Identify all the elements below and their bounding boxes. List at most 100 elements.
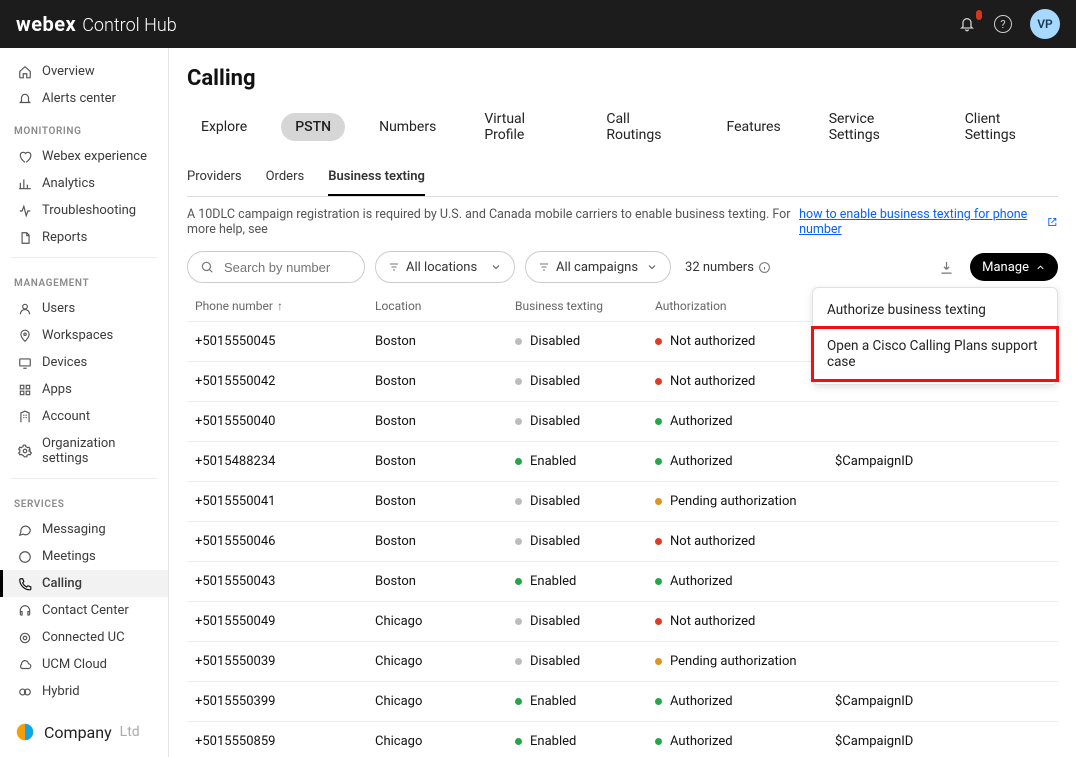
sidebar-item-label: Calling bbox=[42, 576, 82, 591]
status-dot-icon bbox=[655, 458, 662, 465]
sidebar-item-troubleshooting[interactable]: Troubleshooting bbox=[0, 197, 168, 224]
sidebar-item-apps[interactable]: Apps bbox=[0, 376, 168, 403]
sidebar-item-analytics[interactable]: Analytics bbox=[0, 170, 168, 197]
table-row[interactable]: +5015550049 Chicago Disabled Not authori… bbox=[187, 601, 1058, 641]
info-banner: A 10DLC campaign registration is require… bbox=[187, 207, 1058, 237]
sidebar-section-monitoring: MONITORING bbox=[0, 112, 168, 143]
info-icon[interactable] bbox=[758, 261, 771, 274]
cell-authorization: Not authorized bbox=[655, 374, 835, 389]
sidebar-item-hybrid[interactable]: Hybrid bbox=[0, 678, 168, 705]
sidebar-item-reports[interactable]: Reports bbox=[0, 224, 168, 251]
manage-button[interactable]: Manage bbox=[970, 253, 1058, 281]
col-phone[interactable]: Phone number↑ bbox=[195, 299, 375, 313]
pulse-icon bbox=[17, 203, 32, 218]
table-row[interactable]: +5015550039 Chicago Disabled Pending aut… bbox=[187, 641, 1058, 681]
sidebar-item-org-settings[interactable]: Organization settings bbox=[0, 430, 168, 472]
sort-asc-icon: ↑ bbox=[277, 299, 283, 313]
sidebar-item-workspaces[interactable]: Workspaces bbox=[0, 322, 168, 349]
sidebar-item-messaging[interactable]: Messaging bbox=[0, 516, 168, 543]
phone-icon bbox=[17, 576, 32, 591]
chevron-down-icon bbox=[490, 261, 502, 273]
table-row[interactable]: +5015550859 Chicago Enabled Authorized $… bbox=[187, 721, 1058, 757]
table-row[interactable]: +5015550043 Boston Enabled Authorized bbox=[187, 561, 1058, 601]
download-icon[interactable] bbox=[939, 260, 954, 275]
user-avatar[interactable]: VP bbox=[1030, 9, 1060, 39]
tab-explore[interactable]: Explore bbox=[187, 113, 261, 141]
status-dot-icon bbox=[655, 378, 662, 385]
locations-filter[interactable]: All locations bbox=[375, 251, 515, 283]
table-row[interactable]: +5015550046 Boston Disabled Not authoriz… bbox=[187, 521, 1058, 561]
table-row[interactable]: +5015488234 Boston Enabled Authorized $C… bbox=[187, 441, 1058, 481]
info-link[interactable]: how to enable business texting for phone… bbox=[799, 207, 1041, 237]
status-dot-icon bbox=[515, 338, 522, 345]
sidebar-item-alerts[interactable]: Alerts center bbox=[0, 85, 168, 112]
sidebar-item-devices[interactable]: Devices bbox=[0, 349, 168, 376]
help-icon[interactable]: ? bbox=[994, 15, 1012, 33]
monitor-icon bbox=[17, 355, 32, 370]
home-icon bbox=[17, 64, 32, 79]
sidebar-item-connected-uc[interactable]: Connected UC bbox=[0, 624, 168, 651]
table-row[interactable]: +5015550040 Boston Disabled Authorized bbox=[187, 401, 1058, 441]
cell-location: Boston bbox=[375, 534, 515, 549]
tab-client-settings[interactable]: Client Settings bbox=[951, 105, 1058, 149]
cell-authorization: Authorized bbox=[655, 734, 835, 749]
message-icon bbox=[17, 522, 32, 537]
manage-menu-authorize[interactable]: Authorize business texting bbox=[813, 292, 1057, 328]
status-dot-icon bbox=[515, 618, 522, 625]
sidebar-item-contact-center[interactable]: Contact Center bbox=[0, 597, 168, 624]
tab-service-settings[interactable]: Service Settings bbox=[815, 105, 931, 149]
tab-pstn[interactable]: PSTN bbox=[281, 113, 345, 141]
col-location[interactable]: Location bbox=[375, 299, 515, 313]
cell-campaign: $CampaignID bbox=[835, 734, 1048, 749]
sidebar-item-overview[interactable]: Overview bbox=[0, 58, 168, 85]
search-input-wrapper[interactable] bbox=[187, 251, 365, 283]
notifications-icon[interactable] bbox=[958, 15, 976, 33]
status-dot-icon bbox=[515, 698, 522, 705]
tab-call-routings[interactable]: Call Routings bbox=[592, 105, 692, 149]
sidebar-item-users[interactable]: Users bbox=[0, 295, 168, 322]
campaigns-filter[interactable]: All campaigns bbox=[525, 251, 671, 283]
tab-numbers[interactable]: Numbers bbox=[365, 113, 450, 141]
link-icon bbox=[17, 630, 32, 645]
sidebar-item-label: Alerts center bbox=[42, 91, 116, 106]
cloud-icon bbox=[17, 657, 32, 672]
main-content: Calling Explore PSTN Numbers Virtual Pro… bbox=[169, 48, 1076, 757]
building-icon bbox=[17, 409, 32, 424]
tab-virtual-profile[interactable]: Virtual Profile bbox=[470, 105, 572, 149]
cell-authorization: Authorized bbox=[655, 414, 835, 429]
hybrid-icon bbox=[17, 684, 32, 699]
subtab-orders[interactable]: Orders bbox=[266, 163, 305, 196]
cell-business-texting: Enabled bbox=[515, 694, 655, 709]
status-dot-icon bbox=[655, 338, 662, 345]
gear-icon bbox=[17, 444, 32, 459]
sidebar-item-meetings[interactable]: Meetings bbox=[0, 543, 168, 570]
status-dot-icon bbox=[515, 538, 522, 545]
sidebar-item-webex-experience[interactable]: Webex experience bbox=[0, 143, 168, 170]
heart-icon bbox=[17, 149, 32, 164]
locations-filter-label: All locations bbox=[406, 260, 477, 275]
filter-icon bbox=[388, 261, 400, 273]
cell-phone: +5015550045 bbox=[195, 334, 375, 349]
notifications-badge bbox=[976, 10, 982, 20]
sidebar-item-account[interactable]: Account bbox=[0, 403, 168, 430]
status-dot-icon bbox=[515, 458, 522, 465]
col-authorization[interactable]: Authorization bbox=[655, 299, 835, 313]
cell-business-texting: Disabled bbox=[515, 494, 655, 509]
sidebar-item-label: Reports bbox=[42, 230, 87, 245]
search-input[interactable] bbox=[222, 259, 352, 276]
col-business-texting[interactable]: Business texting bbox=[515, 299, 655, 313]
campaigns-filter-label: All campaigns bbox=[556, 260, 638, 275]
subtab-business-texting[interactable]: Business texting bbox=[328, 163, 425, 196]
search-icon bbox=[200, 260, 214, 274]
cell-authorization: Pending authorization bbox=[655, 654, 835, 669]
cell-location: Boston bbox=[375, 574, 515, 589]
sidebar-item-calling[interactable]: Calling bbox=[0, 570, 168, 597]
table-row[interactable]: +5015550041 Boston Disabled Pending auth… bbox=[187, 481, 1058, 521]
company-logo: CompanyLtd bbox=[0, 711, 168, 757]
sidebar-section-management: MANAGEMENT bbox=[0, 264, 168, 295]
tab-features[interactable]: Features bbox=[713, 113, 795, 141]
subtab-providers[interactable]: Providers bbox=[187, 163, 242, 196]
sidebar-item-ucm-cloud[interactable]: UCM Cloud bbox=[0, 651, 168, 678]
table-row[interactable]: +5015550399 Chicago Enabled Authorized $… bbox=[187, 681, 1058, 721]
manage-menu-support-case[interactable]: Open a Cisco Calling Plans support case bbox=[813, 328, 1057, 380]
